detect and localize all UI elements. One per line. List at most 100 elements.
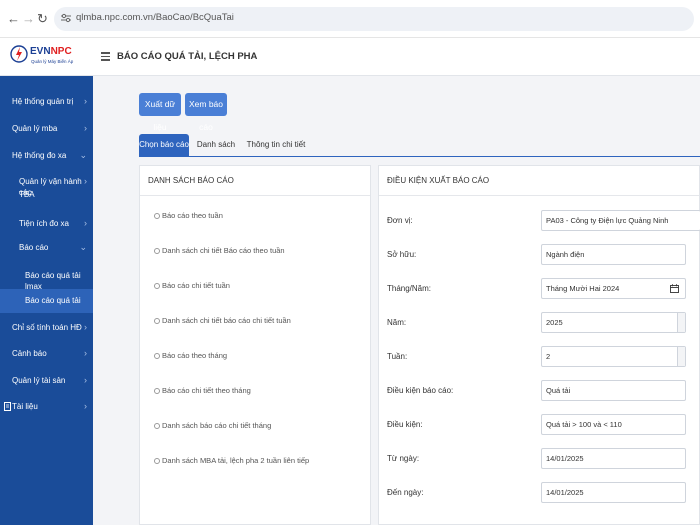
sidebar-item-assets[interactable]: Quản lý tài sản › [0,375,93,386]
sidebar-item-system-admin[interactable]: Hệ thống quản trị › [0,96,93,107]
calendar-icon[interactable] [670,284,679,293]
sidebar-item-label: Chỉ số tính toán HĐ [12,323,82,332]
year-label: Năm: [387,318,407,327]
from-date-input[interactable]: 14/01/2025 [541,448,686,469]
report-option[interactable]: Danh sách chi tiết Báo cáo theo tuần [154,246,285,256]
year-value: 2025 [546,318,563,327]
report-option-label: Báo cáo theo tuần [162,211,223,220]
report-list-heading: DANH SÁCH BÁO CÁO [140,166,370,196]
radio-icon [154,283,160,289]
sidebar-item-alerts[interactable]: Cảnh báo › [0,348,93,359]
hamburger-menu-icon[interactable] [101,52,110,61]
sidebar-item-mba[interactable]: Quản lý mba › [0,123,93,134]
ownership-label: Sở hữu: [387,250,417,259]
report-option-label: Báo cáo chi tiết tuần [162,281,230,290]
chevron-right-icon: › [84,401,87,411]
tab-list[interactable]: Danh sách [191,134,241,156]
report-conditions-panel: ĐIỀU KIỆN XUẤT BÁO CÁO Đơn vị: PA03 - Cô… [378,165,700,525]
sidebar-item-remote-metering[interactable]: Hệ thống đo xa ⌄ [0,150,93,161]
radio-icon [154,248,160,254]
month-year-input[interactable]: Tháng Mười Hai 2024 [541,278,686,299]
tab-divider [139,156,700,157]
report-option-label: Danh sách MBA tải, lệch pha 2 tuần liên … [162,456,310,465]
sidebar-item-reports[interactable]: Báo cáo ⌄ [0,242,93,253]
sidebar-item-documents[interactable]: Tài liệu › [0,401,93,412]
address-bar[interactable]: qlmba.npc.com.vn/BaoCao/BcQuaTai [54,7,694,31]
chevron-down-icon: ⌄ [79,150,87,160]
week-label: Tuần: [387,352,408,361]
report-conditions-heading: ĐIỀU KIỆN XUẤT BÁO CÁO [379,166,699,196]
report-option-label: Danh sách chi tiết báo cáo chi tiết tuần [162,316,291,325]
chevron-right-icon: › [84,218,87,228]
tab-select-report[interactable]: Chọn báo cáo [139,134,189,156]
logo-brand: EVNNPC [30,46,72,57]
chevron-right-icon: › [84,348,87,358]
sidebar-item-overload-report[interactable]: Báo cáo quá tải [0,289,93,313]
report-option[interactable]: Báo cáo theo tháng [154,351,227,361]
report-option-label: Danh sách chi tiết Báo cáo theo tuần [162,246,285,255]
tab-details[interactable]: Thông tin chi tiết [243,134,309,156]
report-option[interactable]: Báo cáo chi tiết tuần [154,281,230,291]
export-data-button[interactable]: Xuất dữ liệu [139,93,181,132]
unit-label: Đơn vị: [387,216,413,225]
ownership-field[interactable]: Ngành điện [541,244,686,265]
document-icon [4,402,11,411]
sidebar-item-label: Quản lý mba [12,124,58,133]
chevron-right-icon: › [84,123,87,133]
reload-icon[interactable]: ↻ [37,11,48,27]
sidebar-item-tba-operation[interactable]: Quản lý vận hành các TBA › [0,176,93,200]
radio-icon [154,423,160,429]
sidebar-item-remote-utilities[interactable]: Tiện ích đo xa › [0,218,93,229]
arrow-right-icon[interactable]: → [22,11,35,27]
radio-icon [154,353,160,359]
sidebar-item-label-line2: TBA [19,190,35,199]
url-text: qlmba.npc.com.vn/BaoCao/BcQuaTai [76,12,234,23]
site-settings-icon[interactable] [60,12,72,24]
radio-icon [154,388,160,394]
chevron-right-icon: › [84,96,87,106]
report-condition-select[interactable]: Quá tải [541,380,686,401]
spinner-handle[interactable] [677,347,685,366]
sidebar-item-calculation-index[interactable]: Chỉ số tính toán HĐ › [0,322,93,333]
sidebar-item-label: Hệ thống đo xa [12,151,67,160]
week-value: 2 [546,352,551,361]
radio-icon [154,458,160,464]
report-option-label: Báo cáo chi tiết theo tháng [162,386,251,395]
condition-label: Điều kiện: [387,420,423,429]
condition-select[interactable]: Quá tải > 100 và < 110 [541,414,686,435]
sidebar-item-label: Tiện ích đo xa [19,219,69,228]
report-option[interactable]: Danh sách báo cáo chi tiết tháng [154,421,271,431]
page-title: BÁO CÁO QUÁ TẢI, LỆCH PHA [117,51,258,62]
report-option[interactable]: Danh sách chi tiết báo cáo chi tiết tuần [154,316,291,326]
main-content: Xuất dữ liệu Xem báo cáo Chọn báo cáo Da… [93,76,700,525]
radio-icon [154,213,160,219]
evn-logo-icon [10,45,28,63]
month-year-value: Tháng Mười Hai 2024 [546,284,620,293]
to-date-label: Đến ngày: [387,488,424,497]
spinner-handle[interactable] [677,313,685,332]
browser-toolbar: ← → ↻ qlmba.npc.com.vn/BaoCao/BcQuaTai [0,0,700,38]
chevron-right-icon: › [84,322,87,332]
report-option[interactable]: Báo cáo chi tiết theo tháng [154,386,251,396]
to-date-input[interactable]: 14/01/2025 [541,482,686,503]
sidebar-item-label: Báo cáo quá tải [25,296,81,305]
logo-brand-accent: NPC [50,46,72,57]
year-stepper[interactable]: 2025 [541,312,686,333]
view-report-button[interactable]: Xem báo cáo [185,93,227,132]
sidebar-item-label: Tài liệu [12,402,38,411]
report-option[interactable]: Danh sách MBA tải, lệch pha 2 tuần liên … [154,456,309,466]
sidebar-item-label: Cảnh báo [12,349,47,358]
header: BÁO CÁO QUÁ TẢI, LỆCH PHA [93,38,700,76]
sidebar-item-overload-imax[interactable]: Báo cáo quá tải lmax [0,270,93,291]
sidebar: Hệ thống quản trị › Quản lý mba › Hệ thố… [0,76,93,525]
sidebar-item-label: Quản lý tài sản [12,376,66,385]
report-option-label: Danh sách báo cáo chi tiết tháng [162,421,272,430]
week-stepper[interactable]: 2 [541,346,686,367]
logo[interactable]: EVNNPC Quản lý Máy Biến Áp [0,38,93,76]
from-date-label: Từ ngày: [387,454,420,463]
sidebar-item-label: Báo cáo [19,243,49,252]
unit-select[interactable]: PA03 - Công ty Điện lực Quảng Ninh [541,210,700,231]
logo-subtitle: Quản lý Máy Biến Áp [31,59,74,64]
arrow-left-icon[interactable]: ← [7,11,20,27]
report-option[interactable]: Báo cáo theo tuần [154,211,223,221]
